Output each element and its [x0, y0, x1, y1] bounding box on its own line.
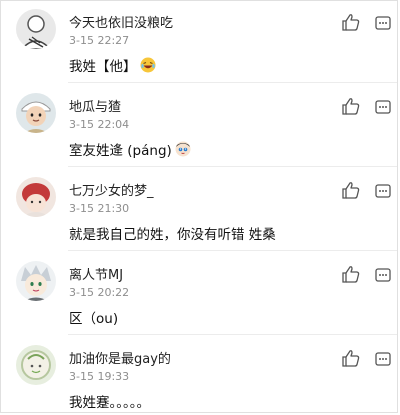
comment-time: 3-15 19:33 — [69, 370, 130, 383]
thumbs-up-icon[interactable] — [341, 97, 361, 115]
more-options-icon[interactable] — [375, 351, 391, 366]
comment-item: 加油你是最gay的 3-15 19:33 我姓蹇。。。。。 — [1, 337, 397, 412]
laughing-face-emoji-icon — [140, 57, 156, 73]
comment-list: 今天也依旧没粮吃 3-15 22:27 我姓【他】 地瓜与猹 3-15 22:0… — [0, 0, 398, 413]
avatar[interactable] — [16, 345, 56, 385]
comment-time: 3-15 22:27 — [69, 34, 130, 47]
avatar[interactable] — [16, 93, 56, 133]
anime-face-emoji-icon — [175, 141, 191, 157]
comment-time: 3-15 21:30 — [69, 202, 130, 215]
comment-text-content: 室友姓逄 (páng) — [69, 143, 172, 159]
comment-text: 就是我自己的姓，你没有听错 姓桑 — [69, 223, 276, 243]
more-options-icon[interactable] — [375, 99, 391, 114]
thumbs-up-icon[interactable] — [341, 13, 361, 31]
commenter-name[interactable]: 地瓜与猹 — [69, 96, 121, 115]
comment-text: 我姓蹇。。。。。 — [69, 391, 150, 411]
more-options-icon[interactable] — [375, 183, 391, 198]
commenter-name[interactable]: 加油你是最gay的 — [69, 348, 171, 367]
comment-text-content: 我姓蹇。。。。。 — [69, 395, 150, 411]
comment-time: 3-15 22:04 — [69, 118, 130, 131]
comment-item: 离人节MJ 3-15 20:22 区（ou) — [1, 253, 397, 335]
divider — [68, 250, 397, 251]
avatar[interactable] — [16, 177, 56, 217]
divider — [68, 334, 397, 335]
commenter-name[interactable]: 七万少女的梦_ — [69, 180, 154, 199]
comment-text: 我姓【他】 — [69, 55, 156, 75]
more-options-icon[interactable] — [375, 15, 391, 30]
comment-item: 地瓜与猹 3-15 22:04 室友姓逄 (páng) — [1, 85, 397, 167]
avatar[interactable] — [16, 261, 56, 301]
divider — [68, 166, 397, 167]
commenter-name[interactable]: 今天也依旧没粮吃 — [69, 12, 173, 31]
comment-item: 七万少女的梦_ 3-15 21:30 就是我自己的姓，你没有听错 姓桑 — [1, 169, 397, 251]
comment-text-content: 区（ou) — [69, 311, 119, 327]
comment-item: 今天也依旧没粮吃 3-15 22:27 我姓【他】 — [1, 1, 397, 83]
comment-text-content: 我姓【他】 — [69, 59, 137, 75]
comment-text-content: 就是我自己的姓，你没有听错 姓桑 — [69, 227, 276, 243]
commenter-name[interactable]: 离人节MJ — [69, 264, 123, 283]
comment-text: 区（ou) — [69, 307, 118, 327]
divider — [68, 82, 397, 83]
comment-time: 3-15 20:22 — [69, 286, 130, 299]
thumbs-up-icon[interactable] — [341, 349, 361, 367]
comment-text: 室友姓逄 (páng) — [69, 139, 191, 159]
more-options-icon[interactable] — [375, 267, 391, 282]
avatar[interactable] — [16, 9, 56, 49]
thumbs-up-icon[interactable] — [341, 181, 361, 199]
thumbs-up-icon[interactable] — [341, 265, 361, 283]
